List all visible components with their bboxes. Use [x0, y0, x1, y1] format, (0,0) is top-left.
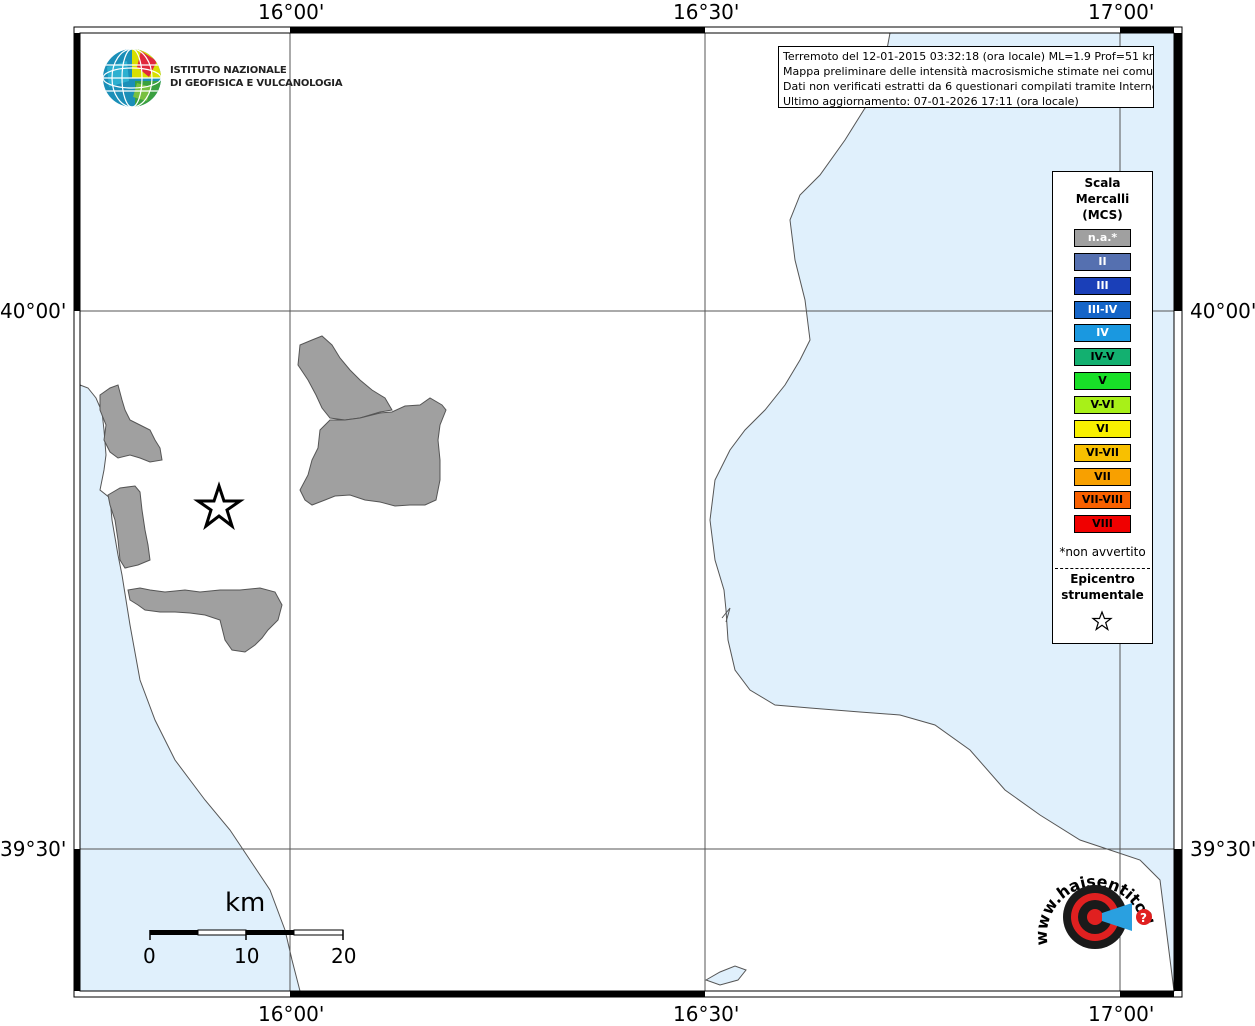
legend-swatch: VIII — [1074, 515, 1131, 534]
legend-swatch: VII — [1074, 467, 1131, 486]
event-info-line2: Mappa preliminare delle intensità macros… — [783, 65, 1154, 78]
ingv-name-line2: DI GEOFISICA E VULCANOLOGIA — [170, 78, 343, 89]
axis-left-2: 39°30' — [0, 837, 67, 861]
axis-bottom-1: 16°00' — [258, 1002, 325, 1026]
legend-swatch: VI — [1074, 419, 1131, 438]
legend-swatch: V — [1074, 372, 1131, 391]
legend-swatch: VII-VIII — [1074, 491, 1131, 510]
axis-right-2: 39°30' — [1190, 837, 1255, 861]
legend-epicenter-label-1: Epicentro — [1070, 572, 1135, 586]
legend-title-2: Mercalli — [1075, 192, 1130, 206]
event-info-line1: Terremoto del 12-01-2015 03:32:18 (ora l… — [783, 50, 1154, 63]
event-info-box: Terremoto del 12-01-2015 03:32:18 (ora l… — [778, 46, 1154, 108]
event-info-line3: Dati non verificati estratti da 6 questi… — [783, 80, 1154, 93]
axis-right-1: 40°00' — [1190, 299, 1255, 323]
axis-bottom-3: 17°00' — [1088, 1002, 1155, 1026]
legend-epicenter-label-2: strumentale — [1061, 588, 1144, 602]
scale-unit: km — [225, 888, 266, 918]
ingv-name: ISTITUTO NAZIONALE DI GEOFISICA E VULCAN… — [170, 64, 343, 90]
legend-swatch: III-IV — [1074, 300, 1131, 319]
scale-tick-10: 10 — [234, 944, 260, 968]
legend-divider — [1055, 568, 1150, 569]
event-info-line4: Ultimo aggiornamento: 07-01-2026 17:11 (… — [783, 95, 1079, 108]
legend-swatch: n.a.* — [1074, 229, 1131, 247]
legend-swatch: III — [1074, 276, 1131, 295]
axis-top-3: 17°00' — [1088, 0, 1155, 24]
axis-top-2: 16°30' — [673, 0, 740, 24]
legend-note: *non avvertito — [1059, 545, 1146, 559]
scale-tick-0: 0 — [143, 944, 156, 968]
legend-swatch: IV — [1074, 324, 1131, 343]
legend-star-icon — [1091, 610, 1113, 632]
axis-left-1: 40°00' — [0, 299, 67, 323]
legend-swatch: V-VI — [1074, 395, 1131, 414]
ingv-name-line1: ISTITUTO NAZIONALE — [170, 65, 287, 76]
mcs-legend: Scala Mercalli (MCS) n.a.* II III III-IV IV I… — [1052, 171, 1153, 644]
svg-text:?: ? — [1140, 911, 1147, 925]
axis-bottom-2: 16°30' — [673, 1002, 740, 1026]
axis-top-1: 16°00' — [258, 0, 325, 24]
scale-tick-20: 20 — [331, 944, 357, 968]
ingv-globe-icon — [103, 49, 161, 107]
legend-swatch: IV-V — [1074, 348, 1131, 367]
legend-swatch: VI-VII — [1074, 443, 1131, 462]
legend-swatch: II — [1074, 252, 1131, 271]
haisentito-logo: www.haisentitoilterremoto.it ? — [1030, 855, 1157, 949]
legend-title-1: Scala — [1084, 176, 1121, 190]
legend-title-3: (MCS) — [1082, 208, 1123, 222]
